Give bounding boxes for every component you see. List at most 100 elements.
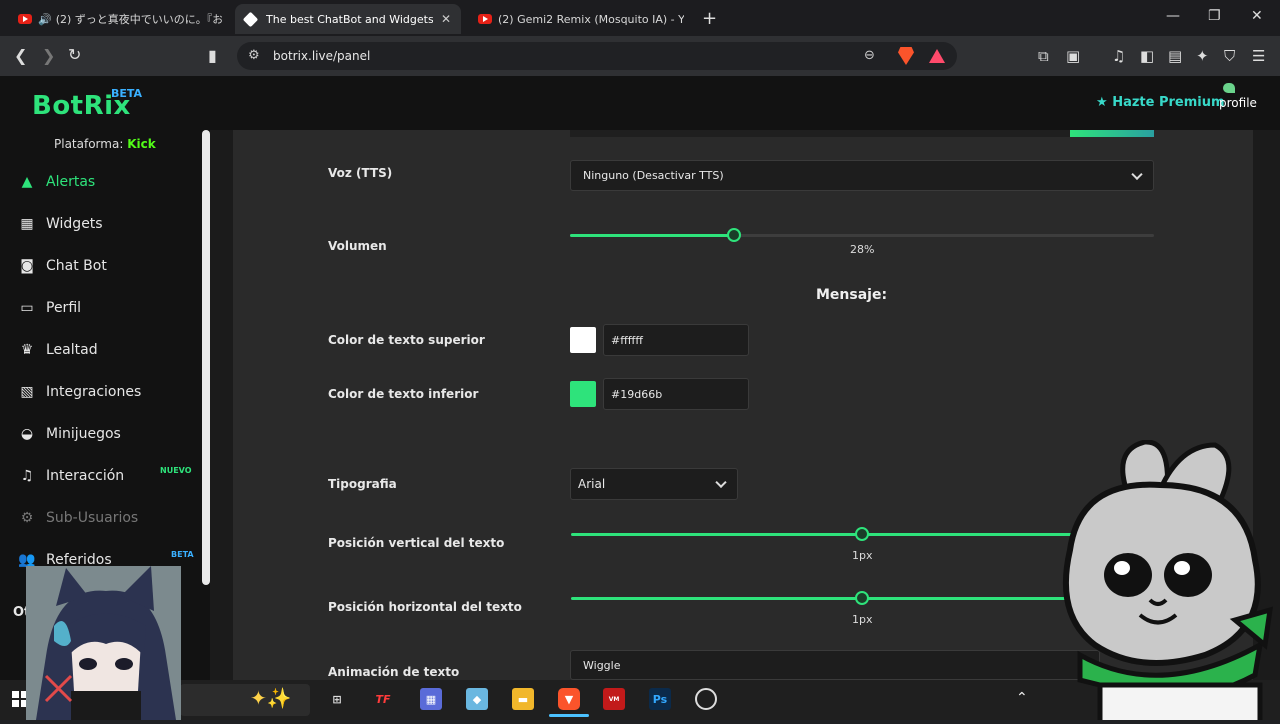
sidebar-item-chat-bot[interactable]: ◙ Chat Bot bbox=[18, 254, 107, 278]
sidebar-item-alertas[interactable]: ▲ Alertas bbox=[18, 170, 96, 194]
volume-slider-fill bbox=[570, 234, 734, 237]
sidebar-item-widgets[interactable]: ▦ Widgets bbox=[18, 212, 103, 236]
sidebar-item-label: Lealtad bbox=[46, 342, 98, 358]
speaker-icon[interactable]: 🔊 bbox=[38, 13, 52, 26]
sidebar-item-sub-usuarios[interactable]: ⚙ Sub-Usuarios bbox=[18, 506, 138, 530]
animation-label: Animación de texto bbox=[328, 665, 460, 679]
font-select[interactable]: Arial bbox=[570, 468, 738, 500]
platform-value: Kick bbox=[127, 137, 156, 151]
tf-app-icon[interactable]: TF bbox=[372, 688, 394, 710]
sidebar-item-integraciones[interactable]: ▧ Integraciones bbox=[18, 380, 141, 404]
font-select-value: Arial bbox=[578, 477, 606, 491]
premium-button[interactable]: ★ Hazte Premium bbox=[1096, 95, 1225, 110]
bottom-color-value: #19d66b bbox=[611, 387, 663, 401]
screenshot-icon[interactable]: ▣ bbox=[1066, 47, 1080, 65]
sidebar-item-lealtad[interactable]: ♛ Lealtad bbox=[18, 338, 98, 362]
browser-tab[interactable]: (2) Gemi2 Remix (Mosquito IA) - You bbox=[468, 4, 694, 34]
profile-image-icon[interactable] bbox=[1223, 83, 1235, 93]
browser-tab-active[interactable]: The best ChatBot and Widgets fo ✕ bbox=[235, 4, 461, 34]
sidebar-item-label: Interacción bbox=[46, 468, 125, 484]
chevron-up-icon[interactable]: ⌃ bbox=[1016, 690, 1028, 706]
id-card-icon: ▭ bbox=[20, 300, 34, 316]
sidebar-item-interaccion[interactable]: ♫ Interacción bbox=[18, 464, 124, 488]
vpn-icon[interactable]: ⛉ bbox=[1224, 47, 1235, 65]
reload-icon[interactable]: ↻ bbox=[68, 45, 81, 64]
sidebar-item-perfil[interactable]: ▭ Perfil bbox=[18, 296, 81, 320]
volume-slider-thumb[interactable] bbox=[727, 228, 741, 242]
extensions-icon[interactable]: ⧉ bbox=[1038, 47, 1049, 65]
section-title: Mensaje: bbox=[816, 287, 888, 303]
brave-rewards-icon[interactable] bbox=[929, 49, 945, 63]
hpos-value: 1px bbox=[852, 613, 873, 626]
site-info-icon[interactable]: ⚙ bbox=[248, 48, 260, 63]
beta-badge: BETA bbox=[171, 550, 194, 559]
back-icon[interactable]: ❮ bbox=[14, 46, 27, 65]
close-tab-icon[interactable]: ✕ bbox=[441, 12, 451, 26]
sidebar-item-minijuegos[interactable]: ◒ Minijuegos bbox=[18, 422, 121, 446]
browser-tab[interactable]: 🔊 (2) ずっと真夜中でいいのに。『お勉強 bbox=[8, 4, 232, 34]
gamepad-icon: ◒ bbox=[20, 426, 34, 442]
new-badge: NUEVO bbox=[160, 466, 192, 475]
tts-select[interactable]: Ninguno (Desactivar TTS) bbox=[570, 160, 1154, 191]
brave-browser-icon[interactable]: ▼ bbox=[558, 688, 580, 710]
youtube-icon bbox=[478, 14, 492, 24]
menu-icon[interactable]: ☰ bbox=[1252, 47, 1265, 65]
botrix-favicon-icon bbox=[242, 11, 259, 27]
url-text[interactable]: botrix.live/panel bbox=[273, 49, 370, 63]
youtube-icon bbox=[18, 14, 32, 24]
sidebar-item-label: Integraciones bbox=[46, 384, 142, 400]
sidebar-toggle-icon[interactable]: ◧ bbox=[1140, 47, 1154, 65]
sidebar-scrollbar[interactable] bbox=[202, 130, 210, 585]
file-explorer-icon[interactable]: ▬ bbox=[512, 688, 534, 710]
voicemeeter-icon[interactable]: VM bbox=[603, 688, 625, 710]
music-icon[interactable]: ♫ bbox=[1112, 47, 1125, 65]
tts-label: Voz (TTS) bbox=[328, 166, 393, 180]
hpos-label: Posición horizontal del texto bbox=[328, 600, 522, 614]
close-window-icon[interactable]: ✕ bbox=[1251, 8, 1263, 24]
tab-title: (2) ずっと真夜中でいいのに。『お勉強 bbox=[55, 13, 222, 26]
vpos-label: Posición vertical del texto bbox=[328, 536, 505, 550]
tab-title: The best ChatBot and Widgets fo bbox=[266, 12, 433, 26]
cut-off-field[interactable] bbox=[570, 130, 1154, 137]
robot-icon: ◙ bbox=[20, 258, 34, 274]
tts-select-value: Ninguno (Desactivar TTS) bbox=[583, 169, 724, 182]
leo-ai-icon[interactable]: ✦ bbox=[1196, 47, 1209, 65]
animation-select[interactable]: Wiggle bbox=[570, 650, 1100, 680]
sidebar-item-label: Chat Bot bbox=[46, 258, 107, 274]
active-app-indicator bbox=[549, 714, 589, 717]
premium-label: Hazte Premium bbox=[1112, 95, 1225, 110]
sidebar-item-label: Perfil bbox=[46, 300, 82, 316]
obs-icon[interactable] bbox=[695, 688, 717, 710]
hpos-slider-track[interactable] bbox=[571, 597, 1081, 600]
top-color-value: #ffffff bbox=[611, 333, 643, 347]
vpos-slider-track[interactable] bbox=[571, 533, 1081, 536]
sparkle-icon[interactable]: ✦✨ bbox=[250, 686, 292, 710]
photoshop-icon[interactable]: Ps bbox=[649, 688, 671, 710]
music-icon: ♫ bbox=[20, 468, 34, 484]
image-icon: ▧ bbox=[20, 384, 34, 400]
bottom-color-input[interactable]: #19d66b bbox=[603, 378, 749, 410]
volume-label: Volumen bbox=[328, 239, 387, 253]
notes-app-icon[interactable]: ◆ bbox=[466, 688, 488, 710]
forward-icon[interactable]: ❯ bbox=[42, 46, 55, 65]
task-view-icon[interactable]: ⊞ bbox=[326, 688, 348, 710]
minimize-icon[interactable]: — bbox=[1166, 8, 1180, 24]
sidebar-item-label: Minijuegos bbox=[46, 426, 121, 442]
profile-link[interactable]: profile bbox=[1219, 96, 1257, 110]
grid-icon: ▦ bbox=[20, 216, 34, 232]
bottom-color-swatch[interactable] bbox=[570, 381, 596, 407]
logo-beta-badge: BETA bbox=[111, 87, 143, 100]
sidebar-item-label: Widgets bbox=[46, 216, 103, 232]
calculator-icon[interactable]: ▦ bbox=[420, 688, 442, 710]
mascot-overlay bbox=[1040, 439, 1280, 724]
wallet-icon[interactable]: ▤ bbox=[1168, 47, 1182, 65]
zoom-icon[interactable]: ⊖ bbox=[864, 48, 875, 63]
top-color-swatch[interactable] bbox=[570, 327, 596, 353]
vpos-slider-thumb[interactable] bbox=[855, 527, 869, 541]
cut-off-button[interactable] bbox=[1070, 130, 1154, 137]
bookmark-icon[interactable]: ▮ bbox=[208, 46, 217, 65]
maximize-icon[interactable]: ❐ bbox=[1208, 8, 1221, 24]
new-tab-icon[interactable]: + bbox=[702, 8, 717, 29]
hpos-slider-thumb[interactable] bbox=[855, 591, 869, 605]
top-color-input[interactable]: #ffffff bbox=[603, 324, 749, 356]
